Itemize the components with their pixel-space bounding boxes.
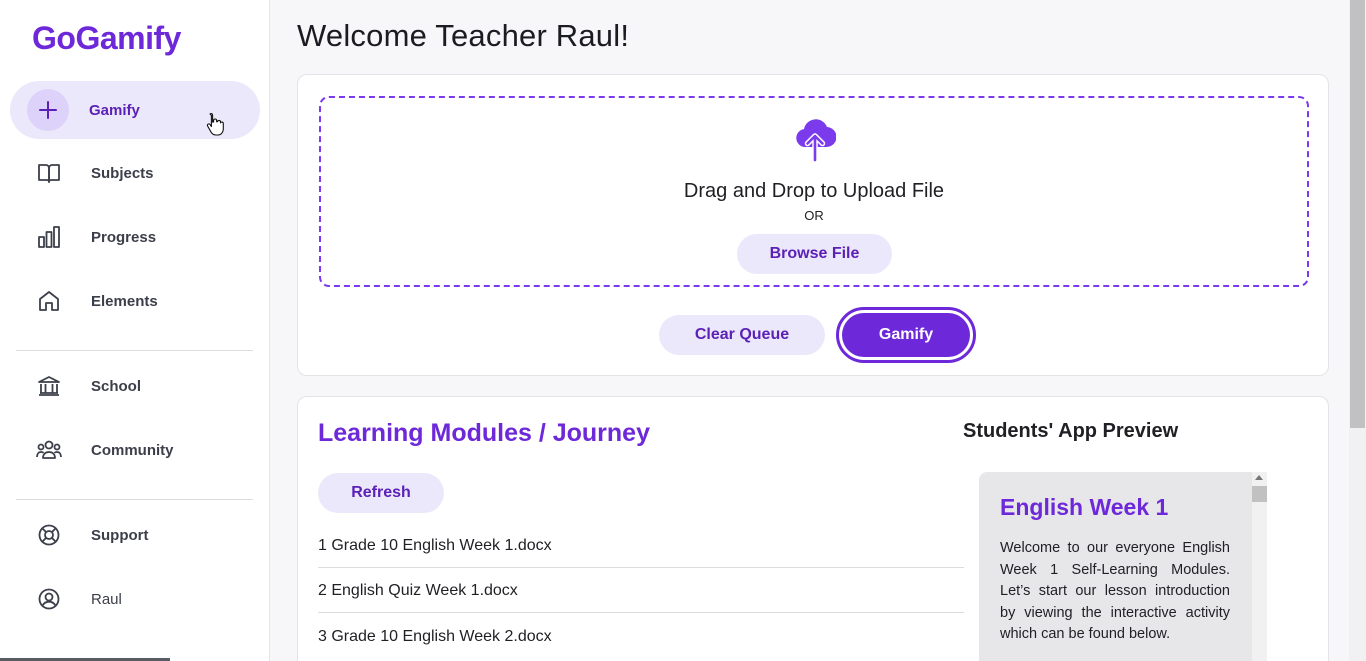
gamify-button-focus-ring: Gamify: [836, 307, 976, 363]
sidebar-item-subjects[interactable]: Subjects: [10, 144, 260, 202]
bar-chart-icon: [28, 216, 70, 258]
upload-card: Drag and Drop to Upload File OR Browse F…: [297, 74, 1329, 376]
sidebar-item-school[interactable]: School: [10, 357, 260, 415]
file-dropzone[interactable]: Drag and Drop to Upload File OR Browse F…: [319, 96, 1309, 287]
page-scrollbar[interactable]: [1349, 0, 1366, 661]
users-icon: [28, 429, 70, 471]
app-preview-frame[interactable]: English Week 1 Welcome to our everyone E…: [979, 472, 1267, 661]
modules-title: Learning Modules / Journey: [318, 419, 650, 447]
preview-card-text: Welcome to our everyone English Week 1 S…: [1000, 540, 1230, 642]
sidebar-divider: [16, 499, 253, 500]
sidebar-item-elements[interactable]: Elements: [10, 272, 260, 330]
sidebar-item-label: School: [91, 377, 142, 395]
sidebar-item-support[interactable]: Support: [10, 506, 260, 564]
app-root: GoGamify Gamify Subjects Progress Elemen…: [0, 0, 1366, 661]
preview-title: Students' App Preview: [963, 420, 1179, 442]
sidebar-item-label: Elements: [91, 292, 158, 310]
preview-scroll-thumb[interactable]: [1252, 486, 1267, 502]
sidebar-item-label: Raul: [91, 590, 122, 608]
module-list: 1 Grade 10 English Week 1.docx 2 English…: [318, 523, 964, 658]
dropzone-text: Drag and Drop to Upload File: [683, 180, 945, 202]
lifebuoy-icon: [28, 514, 70, 556]
clear-queue-button[interactable]: Clear Queue: [659, 315, 825, 355]
app-logo[interactable]: GoGamify: [32, 20, 181, 57]
sidebar-item-label: Community: [91, 441, 174, 459]
preview-card-title: English Week 1: [1000, 494, 1169, 520]
sidebar-item-progress[interactable]: Progress: [10, 208, 260, 266]
sidebar-item-label: Progress: [91, 228, 157, 246]
scroll-up-arrow-icon[interactable]: [1255, 475, 1263, 480]
dropzone-or-text: OR: [804, 208, 824, 223]
sidebar-item-community[interactable]: Community: [10, 421, 260, 479]
sidebar-item-profile[interactable]: Raul: [10, 570, 260, 628]
user-circle-icon: [28, 578, 70, 620]
page-scroll-thumb[interactable]: [1350, 0, 1365, 428]
gamify-button[interactable]: Gamify: [842, 313, 970, 357]
book-icon: [28, 152, 70, 194]
preview-scrollbar[interactable]: [1252, 472, 1267, 661]
cloud-upload-icon: [796, 119, 836, 162]
sidebar-divider: [16, 350, 253, 351]
list-item[interactable]: 2 English Quiz Week 1.docx: [318, 568, 964, 613]
home-icon: [28, 280, 70, 322]
list-item[interactable]: 3 Grade 10 English Week 2.docx: [318, 613, 964, 658]
hand-cursor-icon: [206, 112, 224, 136]
list-item[interactable]: 1 Grade 10 English Week 1.docx: [318, 523, 964, 568]
page-title: Welcome Teacher Raul!: [297, 18, 630, 53]
bank-icon: [28, 365, 70, 407]
browse-file-button[interactable]: Browse File: [737, 234, 892, 274]
modules-card: Learning Modules / Journey Refresh 1 Gra…: [297, 396, 1329, 661]
sidebar-item-label: Support: [91, 526, 149, 544]
sidebar: GoGamify Gamify Subjects Progress Elemen…: [0, 0, 270, 661]
sidebar-item-label: Subjects: [91, 164, 154, 182]
sidebar-item-label: Gamify: [89, 101, 140, 119]
refresh-button[interactable]: Refresh: [318, 473, 444, 513]
plus-icon: [27, 89, 69, 131]
